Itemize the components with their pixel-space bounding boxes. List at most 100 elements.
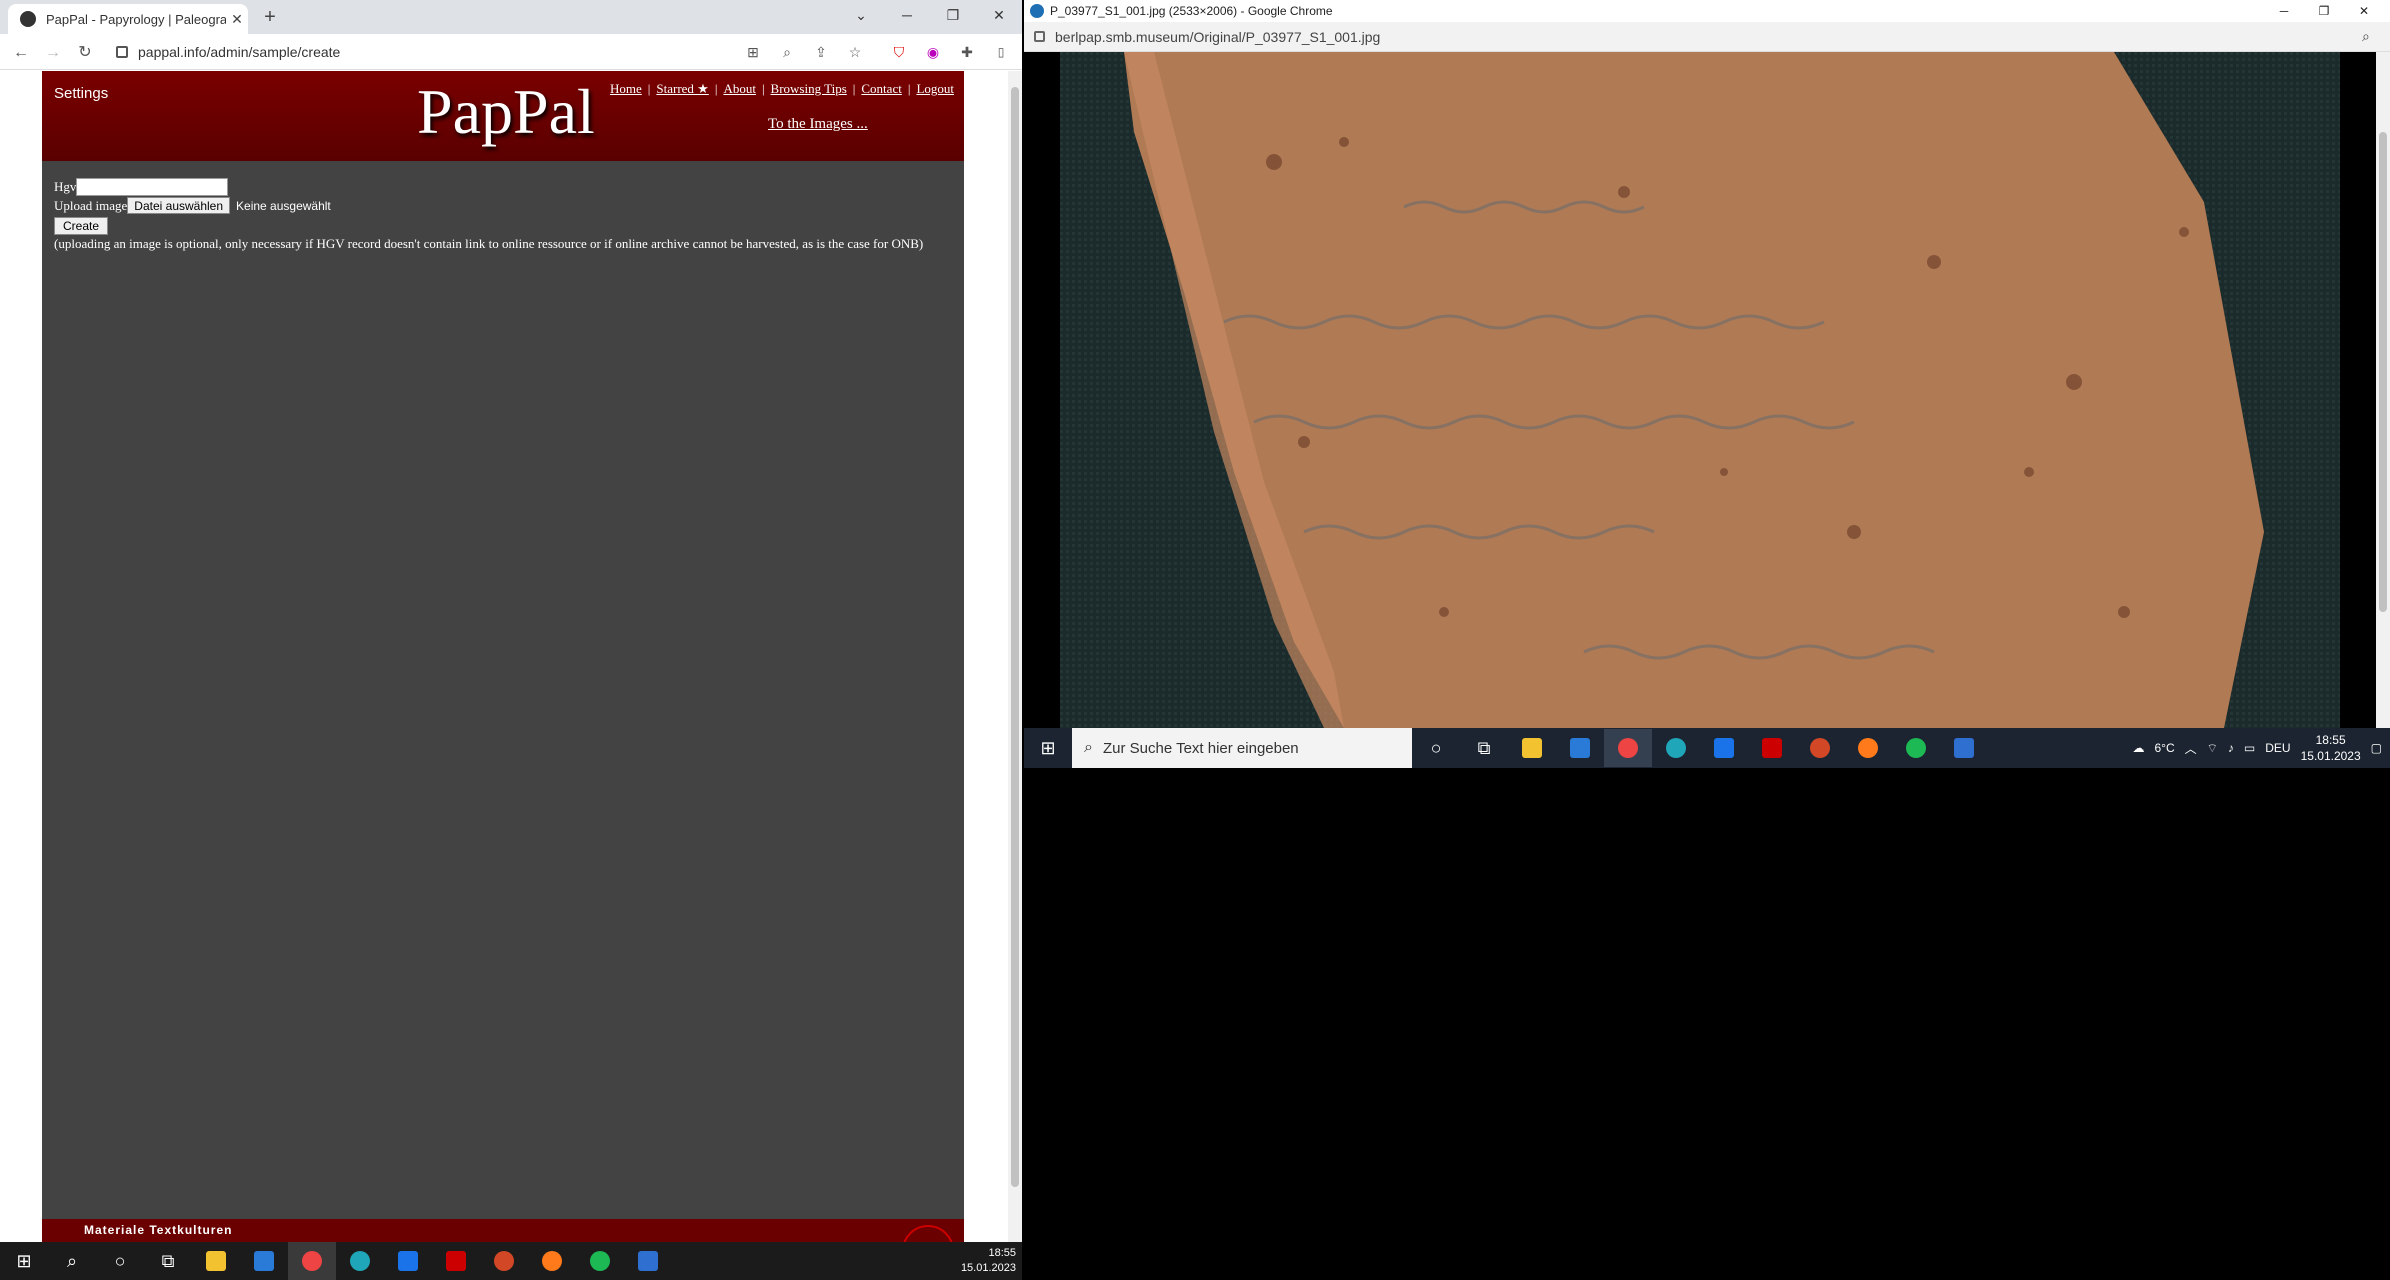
cortana-icon[interactable]: ○ (1412, 729, 1460, 767)
tray-chevron-icon[interactable]: ︿ (2185, 740, 2197, 757)
footer-logo-icon (902, 1225, 954, 1242)
clock-time: 18:55 (988, 1247, 1016, 1259)
url-text: berlpap.smb.museum/Original/P_03977_S1_0… (1055, 28, 1381, 45)
chrome-icon[interactable] (288, 1242, 336, 1280)
extensions-puzzle-icon[interactable]: ✚ (956, 41, 978, 63)
taskbar-clock[interactable]: 18:55 15.01.2023 (2301, 732, 2361, 764)
chrome-icon[interactable] (1604, 729, 1652, 767)
nav-logout[interactable]: Logout (916, 81, 954, 97)
right-browser-window: P_03977_S1_001.jpg (2533×2006) - Google … (1024, 0, 2390, 728)
search-icon: ⌕ (1084, 739, 1093, 756)
left-browser-window: PapPal - Papyrology | Paleograph ✕ + ⌄ ─… (0, 0, 1022, 1242)
store-icon[interactable] (1556, 729, 1604, 767)
share-icon[interactable]: ⇪ (810, 41, 832, 63)
window-title-bar: P_03977_S1_001.jpg (2533×2006) - Google … (1024, 0, 2390, 22)
firefox-icon[interactable] (528, 1242, 576, 1280)
mail-icon[interactable] (1700, 729, 1748, 767)
forward-arrow-icon[interactable]: → (40, 40, 66, 66)
papyrus-potsherd-image[interactable] (1024, 52, 2390, 728)
acrobat-icon[interactable] (1748, 729, 1796, 767)
taskbar: ⊞ ⌕ ○ ⧉ 18:55 15.01.2023 (0, 1242, 1022, 1280)
store-icon[interactable] (240, 1242, 288, 1280)
minimize-button[interactable]: ─ (884, 0, 930, 30)
taskbar-search-box[interactable]: ⌕ Zur Suche Text hier eingeben (1072, 728, 1412, 768)
upload-note: (uploading an image is optional, only ne… (54, 235, 924, 251)
edge-icon[interactable] (336, 1242, 384, 1280)
restore-button[interactable]: ❐ (930, 0, 976, 30)
spotify-icon[interactable] (576, 1242, 624, 1280)
powerpoint-icon[interactable] (1796, 729, 1844, 767)
nav-browsing-tips[interactable]: Browsing Tips (771, 81, 847, 97)
scrollbar-thumb[interactable] (1011, 87, 1019, 1187)
new-tab-button[interactable]: + (258, 6, 282, 30)
nav-separator: | (761, 81, 765, 96)
translate-icon[interactable]: ⊞ (742, 41, 764, 63)
image-scrollbar[interactable] (2376, 52, 2390, 728)
browser-tab-pappal[interactable]: PapPal - Papyrology | Paleograph ✕ (8, 4, 248, 34)
restore-button[interactable]: ❐ (2304, 0, 2344, 22)
photos-icon[interactable] (1940, 729, 1988, 767)
nav-contact[interactable]: Contact (861, 81, 901, 97)
weather-cloud-icon[interactable]: ☁ (2132, 741, 2144, 755)
page-scrollbar[interactable] (1008, 71, 1022, 1242)
settings-link[interactable]: Settings (54, 85, 108, 102)
nav-about[interactable]: About (723, 81, 756, 97)
nav-separator: | (714, 81, 718, 96)
spotify-icon[interactable] (1892, 729, 1940, 767)
network-icon[interactable]: ⌔ (2207, 741, 2218, 756)
extension-circle-icon[interactable]: ◉ (922, 41, 944, 63)
close-tab-icon[interactable]: ✕ (226, 11, 248, 28)
file-explorer-icon[interactable] (192, 1242, 240, 1280)
nav-separator: | (647, 81, 651, 96)
photos-icon[interactable] (624, 1242, 672, 1280)
notification-icon[interactable]: ▢ (2371, 741, 2382, 755)
upload-label: Upload image (54, 197, 128, 213)
pappal-favicon-icon (20, 11, 36, 27)
tab-title: PapPal - Papyrology | Paleograph (46, 11, 226, 27)
edge-icon[interactable] (1652, 729, 1700, 767)
language-indicator[interactable]: DEU (2265, 741, 2290, 755)
side-panel-icon[interactable]: ▯ (990, 41, 1012, 63)
taskbar-clock[interactable]: 18:55 15.01.2023 (961, 1246, 1016, 1276)
hgv-input[interactable] (76, 177, 229, 196)
firefox-icon[interactable] (1844, 729, 1892, 767)
cortana-icon[interactable]: ○ (96, 1242, 144, 1280)
pappal-logo: PapPal (417, 76, 595, 147)
zoom-icon[interactable]: ⌕ (2362, 28, 2370, 45)
mail-icon[interactable] (384, 1242, 432, 1280)
nav-starred[interactable]: Starred ★ (656, 81, 708, 97)
create-button[interactable]: Create (54, 216, 109, 235)
weather-temperature[interactable]: 6°C (2154, 741, 2174, 755)
back-arrow-icon[interactable]: ← (8, 40, 34, 66)
zoom-icon[interactable]: ⌕ (776, 41, 798, 63)
minimize-button[interactable]: ─ (2264, 0, 2304, 22)
to-images-link[interactable]: To the Images ... (768, 116, 868, 133)
pappal-header: Settings PapPal Home | Starred ★ | About | … (42, 71, 964, 161)
acrobat-icon[interactable] (432, 1242, 480, 1280)
volume-icon[interactable]: ♪ (2228, 741, 2234, 755)
create-row: Create (54, 215, 923, 235)
task-view-icon[interactable]: ⧉ (1460, 729, 1508, 767)
windows-start-icon[interactable]: ⊞ (1024, 729, 1072, 767)
scrollbar-thumb[interactable] (2379, 132, 2387, 612)
bookmark-star-icon[interactable]: ☆ (844, 41, 866, 63)
empty-screen-area (1024, 768, 2390, 1280)
file-explorer-icon[interactable] (1508, 729, 1556, 767)
extension-shield-icon[interactable]: ⛉ (888, 41, 910, 63)
tab-search-button[interactable]: ⌄ (838, 0, 884, 30)
windows-start-icon[interactable]: ⊞ (0, 1242, 48, 1280)
address-bar[interactable]: pappal.info/admin/sample/create (108, 38, 678, 66)
nav-home[interactable]: Home (610, 81, 642, 97)
lock-icon (1034, 31, 1045, 42)
reload-icon[interactable]: ↻ (72, 40, 98, 66)
task-view-icon[interactable]: ⧉ (144, 1242, 192, 1280)
address-bar[interactable]: berlpap.smb.museum/Original/P_03977_S1_0… (1024, 22, 2390, 52)
powerpoint-icon[interactable] (480, 1242, 528, 1280)
system-tray: ☁ 6°C ︿ ⌔ ♪ ▭ DEU 18:55 15.01.2023 ▢ (2132, 732, 2382, 764)
search-icon[interactable]: ⌕ (48, 1242, 96, 1280)
close-window-button[interactable]: ✕ (976, 0, 1022, 30)
close-window-button[interactable]: ✕ (2344, 0, 2384, 22)
choose-file-button[interactable]: Datei auswählen (127, 197, 231, 214)
hgv-row: Hgv (54, 177, 923, 196)
battery-icon[interactable]: ▭ (2244, 741, 2255, 755)
